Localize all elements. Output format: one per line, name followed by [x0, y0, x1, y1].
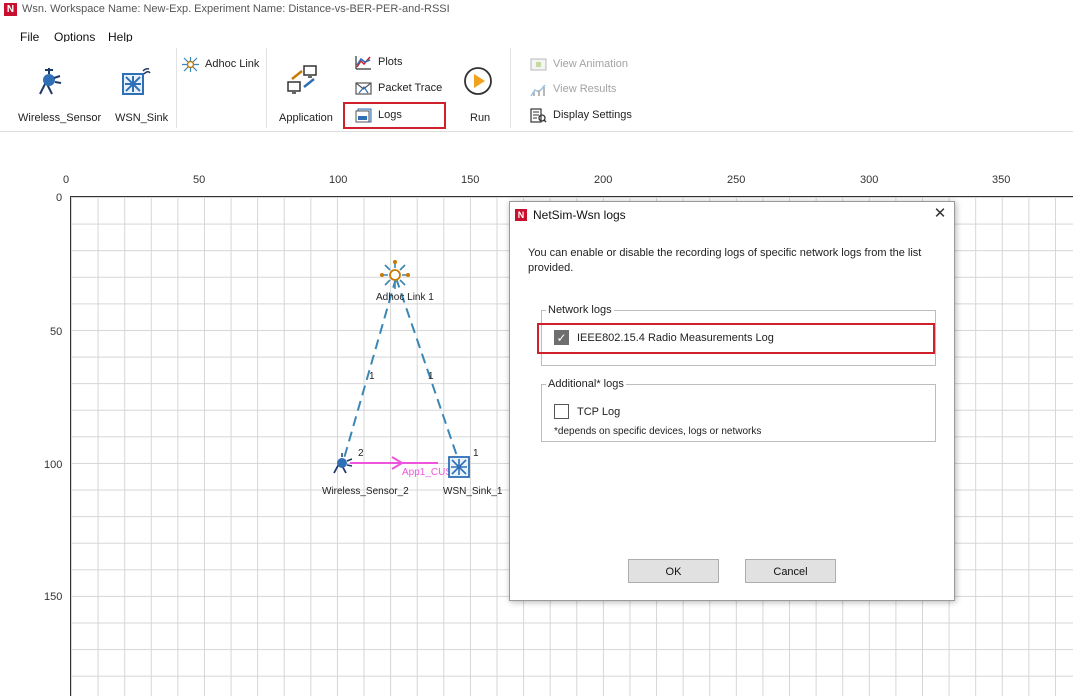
- link-sensor-adhoc[interactable]: [342, 277, 397, 463]
- link-left-label: 1: [369, 371, 375, 382]
- link-sink-adhoc[interactable]: [395, 277, 460, 463]
- network-logs-legend: Network logs: [548, 304, 612, 316]
- dialog-description: You can enable or disable the recording …: [528, 247, 922, 274]
- app-flow-label: App1_CUS: [402, 467, 453, 478]
- sink-id-label: 1: [473, 448, 479, 459]
- sensor-id-label: 2: [358, 448, 364, 459]
- close-icon[interactable]: ✕: [931, 205, 949, 223]
- additional-logs-legend: Additional* logs: [548, 378, 624, 390]
- cancel-button[interactable]: Cancel: [745, 559, 836, 583]
- tcp-log-checkbox[interactable]: [554, 404, 569, 419]
- adhoc-link-node-icon[interactable]: [380, 260, 410, 290]
- link-right-label: 1: [428, 371, 434, 382]
- dialog-title: NetSim-Wsn logs: [533, 208, 626, 222]
- wireless-sensor-node-icon[interactable]: [330, 452, 354, 474]
- radio-log-highlight-box: [537, 323, 935, 354]
- wsn-sink-node-label: WSN_Sink_1: [443, 486, 503, 497]
- netsim-logo-icon: N: [515, 209, 527, 221]
- wsn-sink-node-icon[interactable]: [448, 454, 472, 478]
- wireless-sensor-node-label: Wireless_Sensor_2: [322, 486, 409, 497]
- logs-dialog: N NetSim-Wsn logs ✕ You can enable or di…: [509, 201, 955, 601]
- tcp-log-label: TCP Log: [577, 405, 621, 418]
- ok-button[interactable]: OK: [628, 559, 719, 583]
- adhoc-link-node-label: Adhoc Link 1: [376, 292, 434, 303]
- logs-footnote: *depends on specific devices, logs or ne…: [554, 426, 762, 437]
- tcp-log-option[interactable]: TCP Log: [554, 404, 620, 419]
